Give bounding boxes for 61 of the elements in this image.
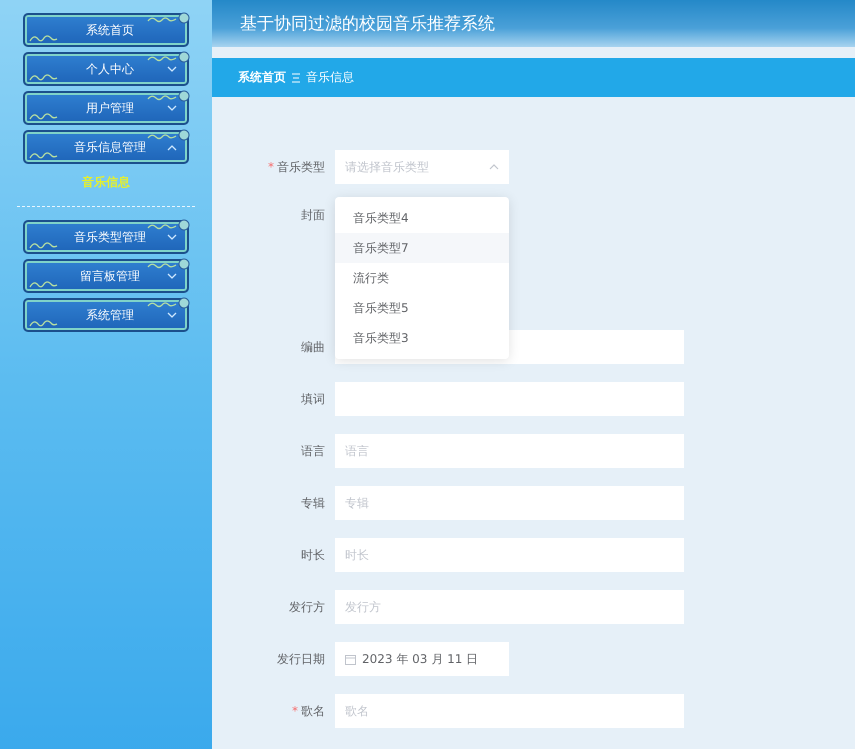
circle-icon [178, 12, 190, 24]
text-input-field[interactable]: 时长 [335, 538, 684, 572]
swirl-ornament-icon [147, 133, 177, 142]
field-label: 发行方 [288, 598, 326, 616]
field-label: 编曲 [300, 338, 326, 356]
swirl-ornament-icon [29, 33, 59, 43]
sidebar-menu-button[interactable]: 音乐信息管理 [23, 130, 189, 164]
breadcrumb-item[interactable]: 系统首页 [238, 69, 286, 86]
calendar-icon [345, 654, 356, 664]
breadcrumb-item: 音乐信息 [306, 69, 354, 86]
sidebar-menu-button[interactable]: 留言板管理 [23, 259, 189, 293]
field-label: 发行日期 [276, 650, 326, 668]
chevron-up-icon [167, 144, 177, 151]
swirl-ornament-icon [29, 72, 59, 82]
swirl-ornament-icon [147, 55, 177, 64]
swirl-ornament-icon [147, 94, 177, 103]
sidebar-menu-button[interactable]: 系统首页 [23, 13, 189, 47]
chevron-down-icon [167, 234, 177, 241]
swirl-ornament-icon [29, 279, 59, 289]
swirl-ornament-icon [29, 240, 59, 250]
text-input-field[interactable]: 语言 [335, 434, 684, 468]
swirl-ornament-icon [29, 111, 59, 121]
app-title: 基于协同过滤的校园音乐推荐系统 [240, 13, 495, 35]
dropdown-option[interactable]: 音乐类型7 [335, 233, 509, 263]
sidebar-menu-button[interactable]: 系统管理 [23, 298, 189, 332]
chevron-down-icon [167, 66, 177, 73]
separator-icon [292, 72, 300, 82]
chevron-down-icon [167, 312, 177, 319]
circle-icon [178, 129, 190, 141]
swirl-ornament-icon [147, 262, 177, 271]
sidebar-menu-button[interactable]: 个人中心 [23, 52, 189, 86]
dropdown-option[interactable]: 音乐类型3 [335, 323, 509, 353]
field-label: 封面 [300, 207, 326, 224]
field-label: 专辑 [300, 494, 326, 512]
dropdown-option[interactable]: 音乐类型5 [335, 293, 509, 323]
dropdown-option[interactable]: 流行类 [335, 263, 509, 293]
text-input-field[interactable] [335, 382, 684, 416]
circle-icon [178, 258, 190, 270]
field-label: 时长 [300, 546, 326, 564]
swirl-ornament-icon [29, 150, 59, 160]
circle-icon [178, 90, 190, 102]
circle-icon [178, 297, 190, 309]
field-label: 语言 [300, 442, 326, 460]
dropdown-option[interactable]: 音乐类型4 [335, 203, 509, 233]
text-input-field[interactable]: 歌名 [335, 694, 684, 728]
field-label: * 音乐类型 [267, 158, 326, 176]
circle-icon [178, 219, 190, 231]
swirl-ornament-icon [29, 318, 59, 328]
text-input-field[interactable]: 发行方 [335, 590, 684, 624]
field-label: 填词 [300, 390, 326, 408]
sidebar-menu-button[interactable]: 用户管理 [23, 91, 189, 125]
circle-icon [178, 51, 190, 63]
swirl-ornament-icon [147, 223, 177, 232]
chevron-down-icon [167, 273, 177, 280]
swirl-ornament-icon [147, 301, 177, 310]
field-label: * 歌名 [291, 702, 326, 720]
text-input-field[interactable]: 专辑 [335, 486, 684, 520]
sidebar-menu-button[interactable]: 音乐类型管理 [23, 220, 189, 254]
date-field[interactable]: 2023 年 03 月 11 日 [335, 642, 509, 676]
swirl-ornament-icon [147, 16, 177, 25]
chevron-down-icon [167, 105, 177, 112]
